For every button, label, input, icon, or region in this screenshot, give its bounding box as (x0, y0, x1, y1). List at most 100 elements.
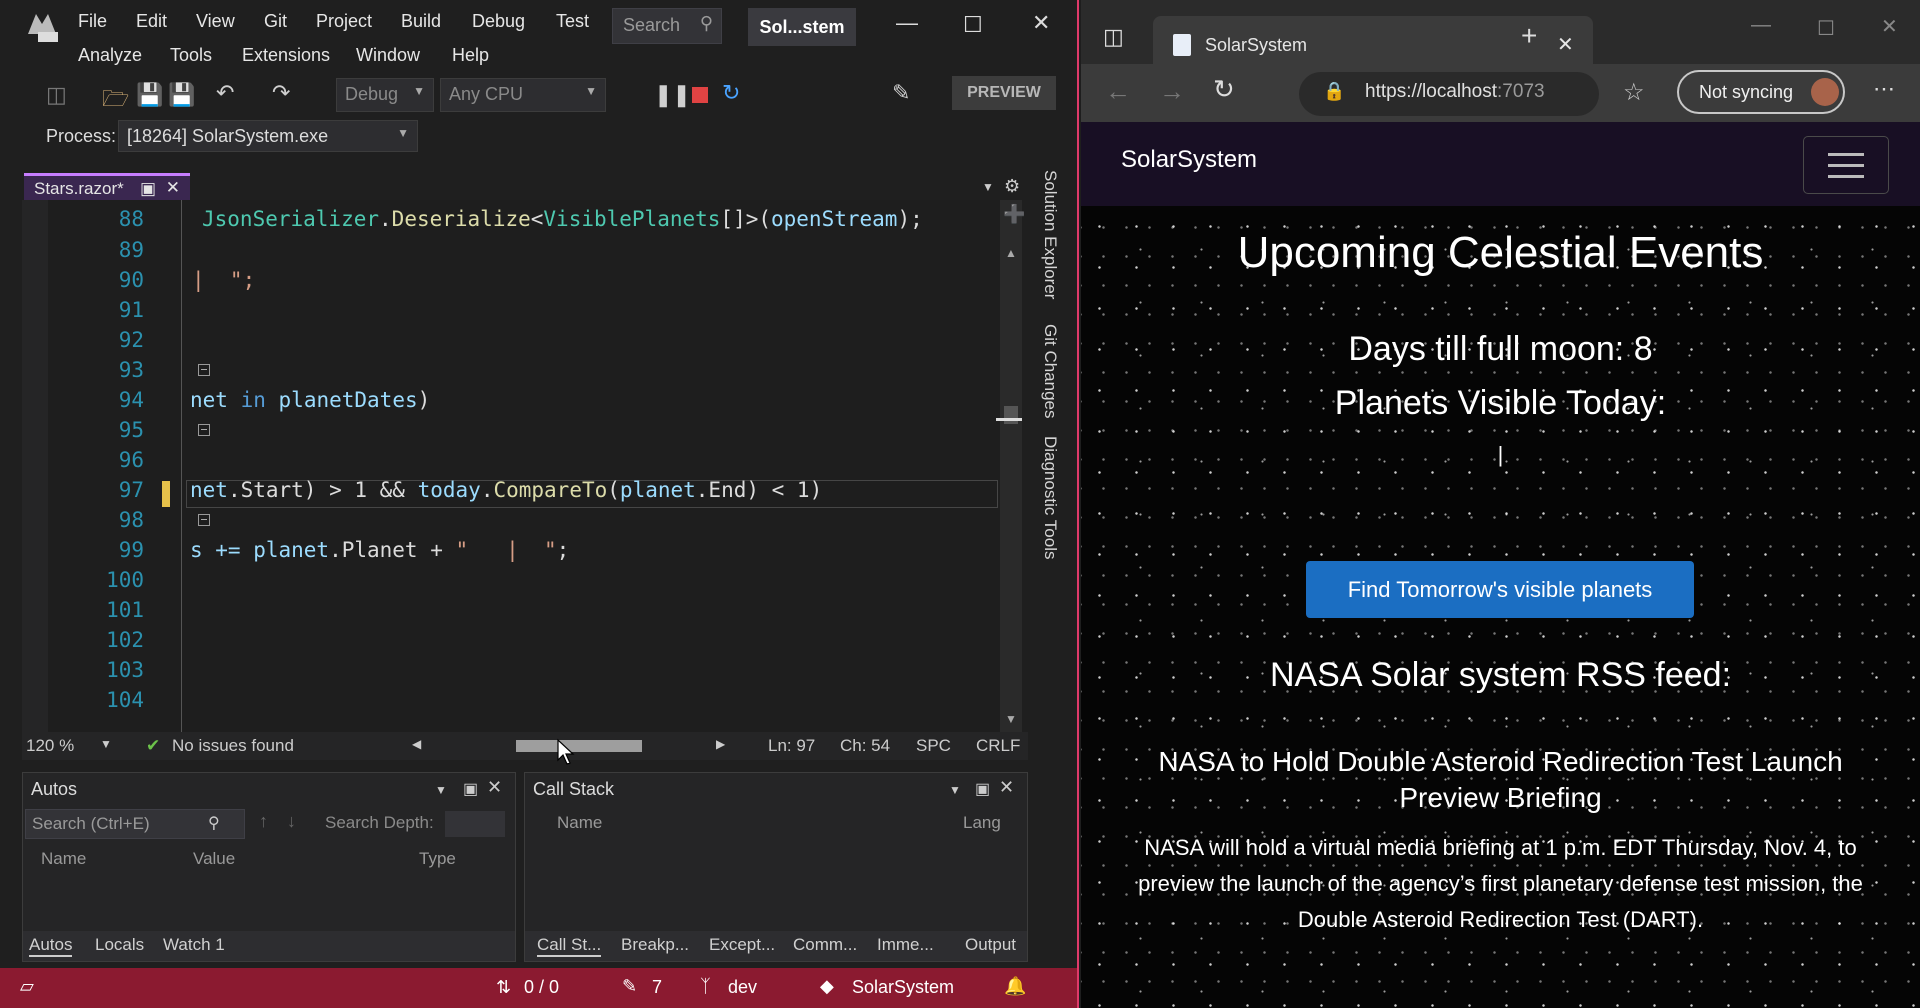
rss-item-title[interactable]: NASA to Hold Double Asteroid Redirection… (1081, 744, 1920, 816)
sync-button[interactable]: Not syncing (1677, 70, 1845, 114)
collapse-icon[interactable] (198, 364, 210, 376)
maximize-icon[interactable]: ☐ (963, 12, 983, 38)
pin-icon[interactable]: ▣ (975, 779, 990, 799)
autos-search-input[interactable]: Search (Ctrl+E) ⚲ (25, 809, 245, 839)
platform-dropdown[interactable]: Any CPU▼ (440, 78, 606, 112)
process-dropdown[interactable]: [18264] SolarSystem.exe▼ (118, 120, 418, 152)
gear-icon[interactable]: ⚙ (1004, 176, 1020, 197)
collapse-icon[interactable] (198, 514, 210, 526)
close-icon[interactable]: ✕ (1032, 10, 1050, 36)
search-depth-dropdown[interactable] (445, 811, 505, 837)
preview-button[interactable]: PREVIEW (952, 76, 1056, 110)
horizontal-scroll-thumb[interactable] (516, 740, 642, 752)
undo-icon[interactable]: ↶ (216, 80, 234, 106)
line-ending[interactable]: CRLF (976, 736, 1020, 756)
indent-mode[interactable]: SPC (916, 736, 951, 756)
favorites-icon[interactable]: ☆ (1623, 78, 1645, 107)
stop-icon[interactable] (692, 87, 708, 103)
menu-extensions[interactable]: Extensions (242, 45, 330, 66)
scroll-up-icon[interactable]: ▲ (1005, 246, 1017, 260)
arrow-down-icon[interactable]: ↓ (287, 811, 296, 832)
menu-analyze[interactable]: Analyze (78, 45, 142, 66)
tab-call-stack[interactable]: Call St... (537, 935, 601, 957)
new-item-icon[interactable]: ◫ (46, 82, 67, 108)
branch-name[interactable]: dev (728, 977, 757, 998)
menu-build[interactable]: Build (401, 11, 441, 32)
tab-locals[interactable]: Locals (95, 935, 144, 955)
bell-icon[interactable]: 🔔 (1004, 976, 1026, 997)
config-dropdown[interactable]: Debug▼ (336, 78, 434, 112)
tab-autos[interactable]: Autos (29, 935, 72, 957)
diagnostic-tools-tab[interactable]: Diagnostic Tools (1040, 436, 1060, 559)
save-icon[interactable]: 💾 (136, 82, 163, 108)
code-editor[interactable]: 88 89 90 91 92 93 94 95 96 97 98 99 100 … (22, 200, 1000, 732)
chevron-down-icon[interactable]: ▼ (100, 737, 112, 751)
comment-icon[interactable]: ▱ (20, 976, 34, 997)
close-tab-icon[interactable]: ✕ (1557, 32, 1574, 57)
scroll-down-icon[interactable]: ▼ (1005, 712, 1017, 726)
lock-icon[interactable]: 🔒 (1323, 81, 1345, 102)
menu-project[interactable]: Project (316, 11, 372, 32)
edit-count[interactable]: 7 (652, 977, 662, 998)
chevron-down-icon[interactable]: ▼ (435, 783, 447, 797)
restart-icon[interactable]: ↻ (722, 80, 740, 106)
search-box[interactable]: Search ⚲ (612, 8, 722, 44)
menu-test[interactable]: Test (556, 11, 589, 32)
nav-toggle-button[interactable] (1803, 136, 1889, 194)
close-tab-icon[interactable]: ✕ (166, 178, 180, 198)
zoom-level[interactable]: 120 % (26, 736, 74, 756)
pause-icon[interactable]: ❚❚ (654, 82, 691, 108)
collapse-icon[interactable] (198, 424, 210, 436)
maximize-icon[interactable]: ☐ (1817, 16, 1835, 41)
split-icon[interactable]: ➕ (1003, 204, 1025, 225)
tab-immediate[interactable]: Imme... (877, 935, 934, 955)
tab-exceptions[interactable]: Except... (709, 935, 775, 955)
menu-edit[interactable]: Edit (136, 11, 167, 32)
menu-view[interactable]: View (196, 11, 235, 32)
lines-counter[interactable]: 0 / 0 (524, 977, 559, 998)
tab-watch-1[interactable]: Watch 1 (163, 935, 225, 955)
close-icon[interactable]: ✕ (999, 777, 1014, 798)
tab-output[interactable]: Output (965, 935, 1016, 955)
minimize-icon[interactable]: — (896, 10, 918, 36)
more-icon[interactable]: ⋯ (1873, 76, 1895, 102)
save-all-icon[interactable]: 💾 (168, 82, 195, 108)
scroll-right-icon[interactable]: ▶ (716, 737, 725, 751)
menu-git[interactable]: Git (264, 11, 287, 32)
brand-link[interactable]: SolarSystem (1121, 146, 1257, 174)
menu-window[interactable]: Window (356, 45, 420, 66)
chevron-down-icon[interactable]: ▼ (982, 180, 994, 194)
address-bar[interactable]: 🔒 https://localhost:7073 (1299, 72, 1599, 116)
column-position[interactable]: Ch: 54 (840, 736, 890, 756)
refresh-icon[interactable]: ↻ (1213, 74, 1235, 105)
solution-name-badge[interactable]: Sol...stem (748, 8, 856, 46)
close-icon[interactable]: ✕ (1881, 14, 1898, 39)
scroll-left-icon[interactable]: ◀ (412, 737, 421, 751)
menu-tools[interactable]: Tools (170, 45, 212, 66)
git-changes-tab[interactable]: Git Changes (1040, 324, 1060, 419)
tab-command[interactable]: Comm... (793, 935, 857, 955)
close-icon[interactable]: ✕ (487, 777, 502, 798)
arrow-up-icon[interactable]: ↑ (259, 811, 268, 832)
forward-icon[interactable]: → (1159, 76, 1185, 107)
pin-icon[interactable]: ▣ (140, 179, 156, 199)
open-folder-icon[interactable]: 🗁 (102, 82, 129, 120)
line-position[interactable]: Ln: 97 (768, 736, 815, 756)
issues-status[interactable]: No issues found (172, 736, 294, 756)
tab-actions-icon[interactable]: ◫ (1103, 24, 1124, 50)
menu-file[interactable]: File (78, 11, 107, 32)
menu-debug[interactable]: Debug (472, 11, 525, 32)
find-tomorrow-planets-button[interactable]: Find Tomorrow's visible planets (1306, 561, 1694, 618)
pin-icon[interactable]: ▣ (463, 779, 478, 799)
solution-explorer-tab[interactable]: Solution Explorer (1040, 170, 1060, 299)
menu-help[interactable]: Help (452, 45, 489, 66)
repo-name[interactable]: SolarSystem (852, 977, 954, 998)
new-tab-icon[interactable]: + (1521, 20, 1537, 52)
tab-stars-razor[interactable]: Stars.razor* ▣ ✕ (24, 173, 190, 203)
vertical-scrollbar[interactable]: ➕ ▲ ▼ (1000, 200, 1022, 732)
tab-breakpoints[interactable]: Breakp... (621, 935, 689, 955)
back-icon[interactable]: ← (1105, 76, 1131, 107)
chevron-down-icon[interactable]: ▼ (949, 783, 961, 797)
feedback-icon[interactable]: ✎ (892, 80, 910, 106)
redo-icon[interactable]: ↷ (272, 80, 290, 106)
